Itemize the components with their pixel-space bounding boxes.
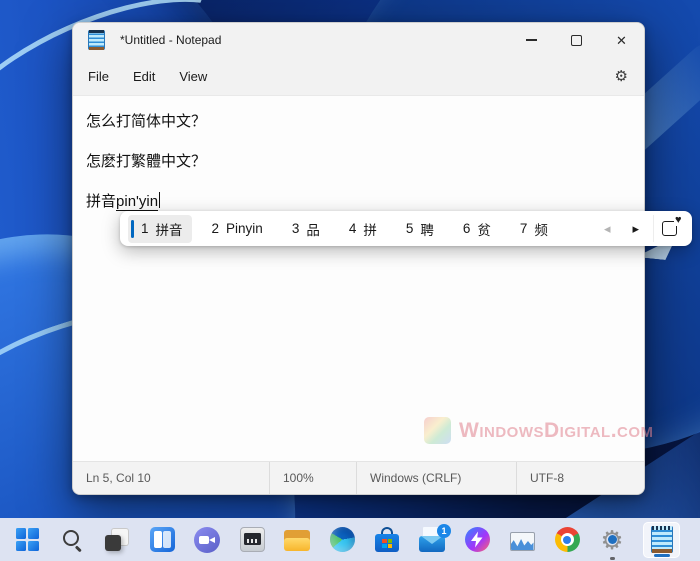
chrome-button[interactable]: [553, 526, 581, 554]
notepad-taskbar-button[interactable]: [643, 521, 680, 558]
mail-notification-badge: 1: [437, 523, 451, 538]
messenger-button[interactable]: [463, 526, 491, 554]
ime-more-button[interactable]: ♥: [653, 215, 684, 242]
status-cursor-position: Ln 5, Col 10: [86, 471, 151, 485]
settings-button[interactable]: ⚙: [598, 526, 626, 560]
editor-line-blank: [86, 172, 644, 192]
menu-view[interactable]: View: [169, 64, 217, 89]
ime-candidate-2[interactable]: 2 Pinyin: [203, 217, 272, 240]
widgets-button[interactable]: [148, 526, 176, 554]
status-zoom-level[interactable]: 100%: [269, 462, 356, 494]
heart-icon: ♥: [673, 214, 682, 226]
file-explorer-button[interactable]: [283, 526, 311, 554]
search-icon: [60, 528, 84, 552]
ime-paging: ◂ ▸: [604, 222, 653, 235]
mail-button[interactable]: 1: [418, 523, 451, 554]
ime-composition-text: pin'yin: [116, 193, 159, 211]
ime-candidate-1-selected[interactable]: 1 拼音: [128, 214, 192, 243]
status-bar: Ln 5, Col 10 100% Windows (CRLF) UTF-8: [73, 461, 644, 494]
folder-icon: [284, 529, 310, 551]
notepad-window: *Untitled - Notepad ✕ File Edit View ⚙ 怎…: [72, 22, 645, 495]
close-icon: ✕: [616, 32, 627, 48]
window-title: *Untitled - Notepad: [120, 33, 222, 47]
screen: *Untitled - Notepad ✕ File Edit View ⚙ 怎…: [0, 0, 700, 561]
widgets-icon: [149, 527, 175, 552]
maximize-button[interactable]: [554, 23, 599, 57]
windows-logo-icon: [15, 528, 39, 551]
status-line-ending[interactable]: Windows (CRLF): [356, 462, 516, 494]
taskbar-search-button[interactable]: [58, 526, 86, 554]
maximize-icon: [571, 34, 582, 46]
editor-line-1: 怎么打简体中文？: [86, 113, 207, 130]
taskbar: 1 ⚙: [0, 518, 700, 561]
edge-button[interactable]: [328, 526, 356, 554]
menu-bar: File Edit View ⚙: [73, 57, 644, 96]
vm-console-button[interactable]: [238, 526, 266, 554]
ime-candidate-7[interactable]: 7频: [511, 215, 557, 243]
start-button[interactable]: [13, 526, 41, 554]
ime-candidate-3[interactable]: 3品: [283, 215, 329, 243]
ime-candidate-6[interactable]: 6贫: [454, 215, 500, 243]
ime-candidate-4[interactable]: 4拼: [340, 215, 386, 243]
editor-line-5: 拼音pin'yin: [86, 192, 644, 212]
task-view-button[interactable]: [103, 526, 131, 554]
microsoft-store-button[interactable]: [373, 526, 401, 554]
ime-next-page-icon[interactable]: ▸: [632, 222, 639, 235]
menu-file[interactable]: File: [78, 64, 119, 89]
minimize-icon: [526, 39, 537, 41]
task-view-icon: [104, 527, 130, 552]
notepad-app-icon: [88, 30, 105, 50]
editor-line-3: 怎麽打繁體中文？: [86, 153, 207, 170]
console-window-icon: [239, 527, 265, 552]
close-button[interactable]: ✕: [599, 23, 644, 57]
ime-candidate-5[interactable]: 5聘: [397, 215, 443, 243]
task-manager-button[interactable]: [508, 526, 536, 554]
chat-button[interactable]: [193, 526, 221, 554]
gear-center-dot: [607, 535, 617, 544]
ime-prev-page-icon[interactable]: ◂: [604, 222, 611, 235]
ime-candidate-bar: 1 拼音 2 Pinyin 3品 4拼 5聘 6贫 7频 ◂ ▸ ♥: [120, 211, 692, 246]
editor-line-blank: [86, 132, 644, 152]
menu-edit[interactable]: Edit: [123, 64, 165, 89]
active-app-indicator: [653, 553, 670, 557]
window-controls: ✕: [509, 23, 644, 57]
status-encoding[interactable]: UTF-8: [516, 462, 644, 494]
performance-chart-icon: [509, 532, 535, 551]
chat-camera-icon: [194, 526, 220, 553]
notepad-icon: [650, 526, 673, 553]
ime-panel-icon: ♥: [661, 215, 682, 236]
text-caret: [159, 192, 161, 208]
text-editor-area[interactable]: 怎么打简体中文？ 怎麽打繁體中文？ 拼音pin'yin: [73, 96, 644, 461]
settings-gear-icon[interactable]: ⚙: [615, 67, 628, 85]
store-bag-icon: [375, 526, 399, 553]
line5-prefix: 拼音: [86, 193, 117, 210]
messenger-bolt-icon: [464, 527, 490, 552]
chrome-icon: [554, 527, 580, 552]
title-bar[interactable]: *Untitled - Notepad ✕: [73, 23, 644, 57]
running-indicator: [609, 556, 615, 560]
minimize-button[interactable]: [509, 23, 554, 57]
edge-browser-icon: [329, 527, 355, 552]
mail-envelope-icon: 1: [419, 523, 451, 552]
